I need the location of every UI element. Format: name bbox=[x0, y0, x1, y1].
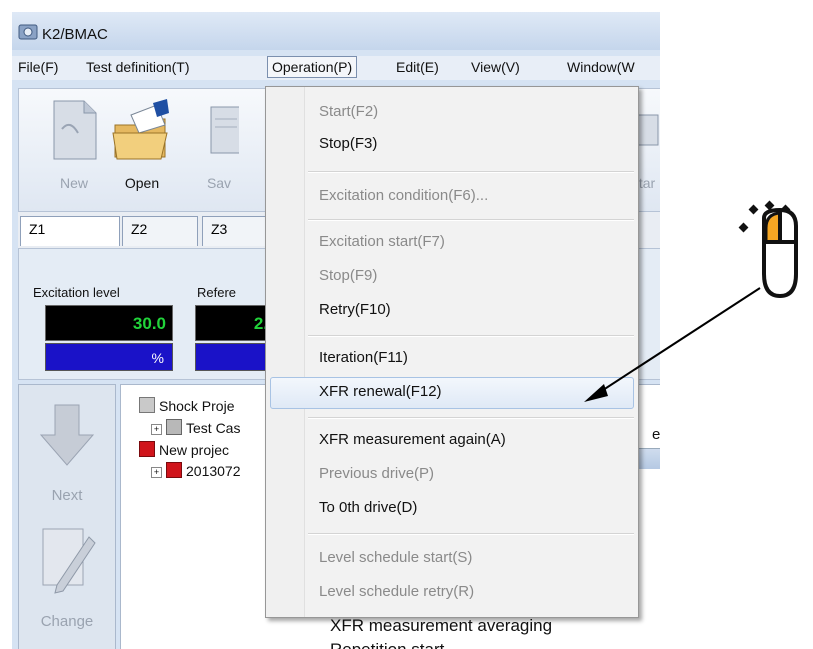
menu-item-iteration[interactable]: Iteration(F11) bbox=[319, 349, 408, 366]
menu-operation[interactable]: Operation(P) bbox=[267, 56, 358, 78]
reference-level-unit bbox=[195, 343, 275, 371]
expand-icon[interactable]: + bbox=[151, 467, 162, 478]
tree-item-new-project[interactable]: New projec bbox=[139, 441, 229, 458]
tree-item-label: 2013072 bbox=[186, 463, 241, 479]
test-case-icon bbox=[166, 419, 182, 435]
open-folder-icon bbox=[112, 99, 169, 160]
save-icon bbox=[210, 106, 242, 154]
menu-separator bbox=[308, 533, 634, 535]
menu-item-retry[interactable]: Retry(F10) bbox=[319, 301, 391, 318]
menu-view[interactable]: View(V) bbox=[471, 59, 520, 75]
excitation-level-value: 30.0 bbox=[45, 305, 173, 341]
tab-z3[interactable]: Z3 bbox=[202, 216, 272, 246]
tab-z1[interactable]: Z1 bbox=[20, 216, 120, 246]
open-label: Open bbox=[124, 175, 160, 191]
menu-icon-gutter bbox=[266, 87, 305, 617]
menu-item-start[interactable]: Start(F2) bbox=[319, 103, 378, 120]
change-button[interactable]: Change bbox=[19, 515, 115, 630]
excitation-level-title: Excitation level bbox=[33, 285, 120, 300]
project-red-icon bbox=[139, 441, 155, 457]
new-button[interactable]: New bbox=[39, 99, 109, 199]
mouse-click-icon bbox=[738, 200, 798, 299]
menu-test-definition[interactable]: Test definition(T) bbox=[86, 59, 189, 75]
menu-separator bbox=[308, 417, 634, 419]
menu-file[interactable]: File(F) bbox=[18, 59, 58, 75]
menu-item-level-schedule-retry[interactable]: Level schedule retry(R) bbox=[319, 583, 474, 600]
new-document-icon bbox=[53, 100, 97, 160]
save-button[interactable]: Sav bbox=[189, 99, 249, 199]
menu-separator bbox=[308, 335, 634, 337]
menu-window[interactable]: Window(W bbox=[567, 59, 635, 75]
repetition-start-text: Repetition start bbox=[330, 640, 444, 649]
change-label: Change bbox=[40, 613, 94, 630]
menu-item-level-schedule-start[interactable]: Level schedule start(S) bbox=[319, 549, 472, 566]
title-bar: K2/BMAC bbox=[12, 12, 660, 50]
new-label: New bbox=[59, 175, 88, 191]
menu-item-to-0th-drive[interactable]: To 0th drive(D) bbox=[319, 499, 417, 516]
menu-item-excitation-start[interactable]: Excitation start(F7) bbox=[319, 233, 445, 250]
edit-pencil-icon bbox=[42, 528, 96, 594]
menu-item-xfr-renewal[interactable]: XFR renewal(F12) bbox=[319, 383, 442, 400]
project-icon bbox=[139, 397, 155, 413]
tree-item-shock-project[interactable]: Shock Proje bbox=[139, 397, 234, 414]
menu-bar: File(F) Test definition(T) Operation(P) … bbox=[12, 56, 660, 80]
tree-item-label: New projec bbox=[159, 442, 230, 458]
app-logo-icon bbox=[18, 24, 38, 40]
menu-item-stop-f9[interactable]: Stop(F9) bbox=[319, 267, 377, 284]
tree-item-label: Test Cas bbox=[186, 420, 241, 436]
next-button[interactable]: Next bbox=[19, 393, 115, 504]
menu-item-xfr-measurement-again[interactable]: XFR measurement again(A) bbox=[319, 431, 506, 448]
menu-separator bbox=[308, 219, 634, 221]
down-arrow-icon bbox=[39, 404, 95, 466]
reference-level-title: Refere bbox=[197, 285, 237, 300]
menu-edit[interactable]: Edit(E) bbox=[396, 59, 439, 75]
tree-item-2013072[interactable]: +2013072 bbox=[151, 462, 241, 479]
left-sidebar: Next Change bbox=[18, 384, 116, 649]
tree-item-test-case[interactable]: + Test Cas bbox=[151, 419, 240, 436]
obscured-label: enc bbox=[652, 426, 660, 443]
menu-item-stop[interactable]: Stop(F3) bbox=[319, 135, 377, 152]
test-case-red-icon bbox=[166, 462, 182, 478]
xfr-averaging-text: XFR measurement averaging bbox=[330, 616, 553, 635]
expand-icon[interactable]: + bbox=[151, 424, 162, 435]
tab-z2[interactable]: Z2 bbox=[122, 216, 198, 246]
save-label: Sav bbox=[206, 175, 232, 191]
next-label: Next bbox=[51, 487, 83, 504]
excitation-level-unit: % bbox=[45, 343, 173, 371]
menu-item-previous-drive[interactable]: Previous drive(P) bbox=[319, 465, 434, 482]
tree-item-label: Shock Proje bbox=[159, 398, 235, 414]
menu-separator bbox=[308, 171, 634, 173]
reference-level-value: 2. bbox=[195, 305, 275, 341]
operation-dropdown-menu: Start(F2) Stop(F3) Excitation condition(… bbox=[265, 86, 639, 618]
open-button[interactable]: Open bbox=[107, 99, 177, 199]
window-title: K2/BMAC bbox=[42, 26, 108, 43]
menu-item-excitation-condition[interactable]: Excitation condition(F6)... bbox=[319, 187, 488, 204]
